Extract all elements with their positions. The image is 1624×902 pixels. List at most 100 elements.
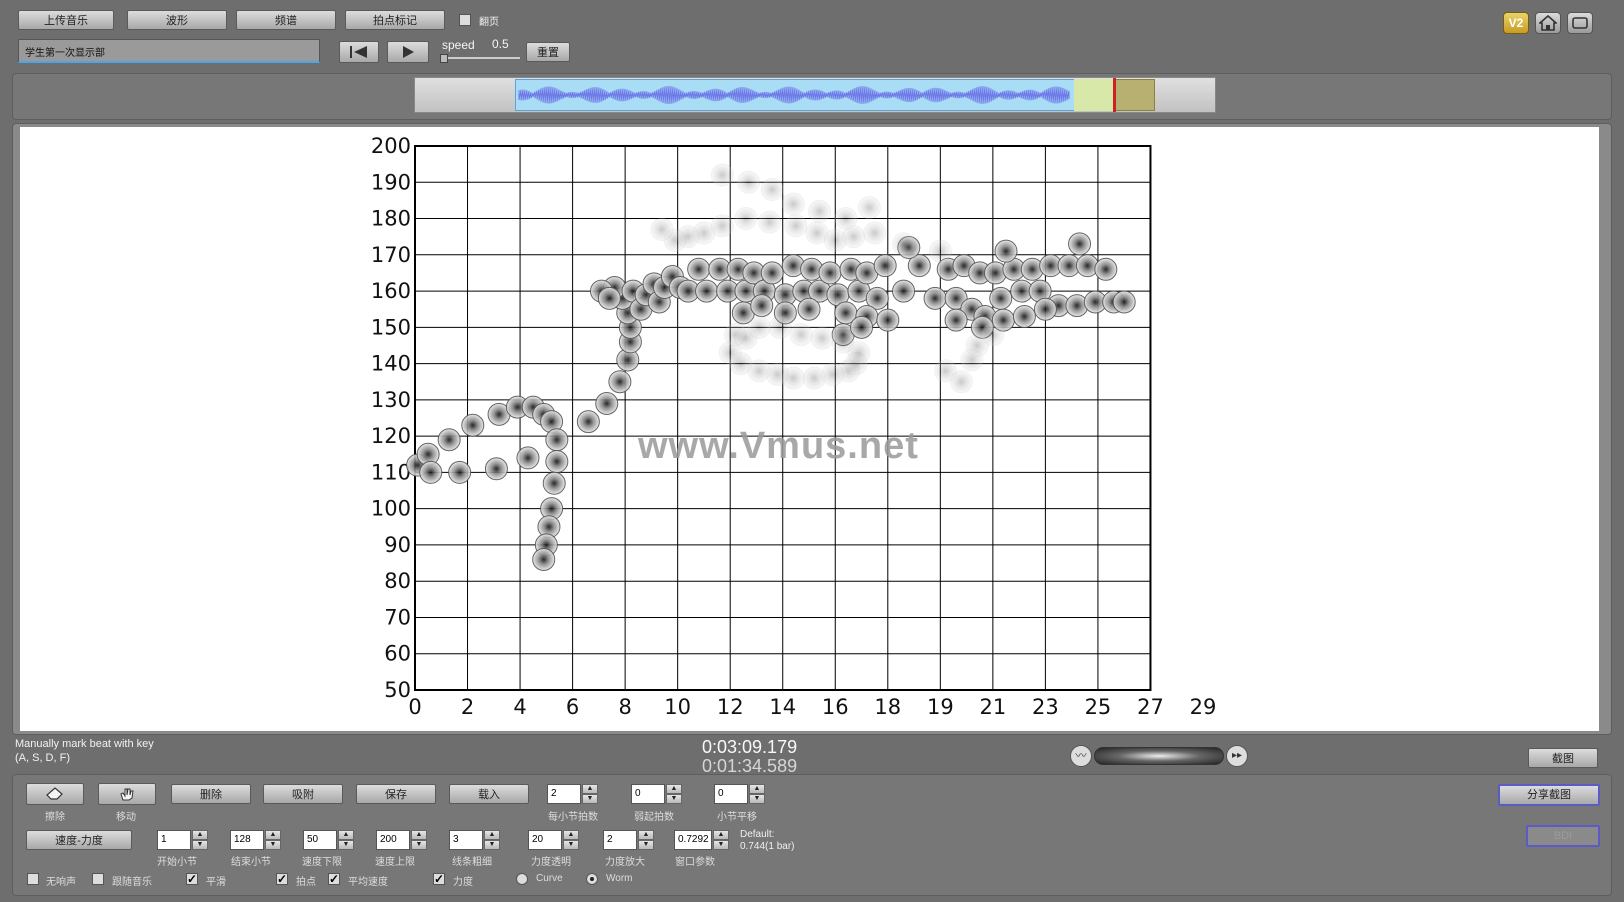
stepper-down-arrow[interactable]: ▼ <box>563 840 579 850</box>
waveform-button[interactable]: 波形 <box>127 10 227 30</box>
stepper-up-arrow[interactable]: ▲ <box>582 784 598 794</box>
speed-slider[interactable] <box>440 54 520 64</box>
y-tick-label: 130 <box>371 388 411 412</box>
v2-badge[interactable]: V2 <box>1503 12 1529 34</box>
stepper-up-arrow[interactable]: ▲ <box>713 830 729 840</box>
stepper-value[interactable]: 0.7292 <box>674 830 712 850</box>
stepper-up-arrow[interactable]: ▲ <box>411 830 427 840</box>
stepper-value[interactable]: 20 <box>528 830 562 850</box>
end-bar-stepper[interactable]: 128 ▲ ▼ <box>230 830 282 850</box>
curve-radio[interactable] <box>516 873 528 885</box>
stepper-value[interactable]: 128 <box>230 830 264 850</box>
volume-slider-track[interactable] <box>1094 747 1224 765</box>
stepper-value[interactable]: 3 <box>449 830 483 850</box>
stepper-value[interactable]: 1 <box>157 830 191 850</box>
fullscreen-button[interactable] <box>1567 12 1593 34</box>
flip-page-checkbox[interactable] <box>459 14 471 26</box>
stepper-up-arrow[interactable]: ▲ <box>484 830 500 840</box>
tempo-max-stepper[interactable]: 200 ▲ ▼ <box>376 830 428 850</box>
home-button[interactable] <box>1535 12 1561 34</box>
snap-button[interactable]: 吸附 <box>263 784 343 804</box>
waveform-track[interactable] <box>414 77 1216 113</box>
pickup-beats-stepper[interactable]: 0 ▲ ▼ <box>631 784 683 804</box>
disabled-button[interactable]: BDI <box>1526 825 1600 847</box>
stepper-down-arrow[interactable]: ▼ <box>411 840 427 850</box>
play-button[interactable] <box>387 41 429 63</box>
spectrum-button[interactable]: 频谱 <box>236 10 336 30</box>
waveform-playhead[interactable] <box>1113 78 1116 112</box>
y-tick-label: 140 <box>371 352 411 376</box>
volume-control[interactable]: 〰 ▸▸ <box>1070 744 1248 768</box>
share-screenshot-button[interactable]: 分享截图 <box>1498 784 1600 806</box>
beats-per-bar-stepper[interactable]: 2 ▲ ▼ <box>547 784 599 804</box>
smooth-checkbox[interactable]: ✓ <box>186 873 198 885</box>
line-width-label: 线条粗细 <box>452 857 492 868</box>
beats-checkbox[interactable]: ✓ <box>276 873 288 885</box>
rewind-button[interactable] <box>339 41 379 63</box>
stepper-down-arrow[interactable]: ▼ <box>484 840 500 850</box>
stepper-down-arrow[interactable]: ▼ <box>638 840 654 850</box>
stepper-value[interactable]: 200 <box>376 830 410 850</box>
faded-worm-point <box>781 192 805 216</box>
worm-point <box>532 547 556 571</box>
stepper-value[interactable]: 2 <box>547 784 581 804</box>
stepper-down-arrow[interactable]: ▼ <box>713 840 729 850</box>
stepper-value[interactable]: 2 <box>603 830 637 850</box>
stepper-down-arrow[interactable]: ▼ <box>582 794 598 804</box>
speed-slider-thumb[interactable] <box>440 54 448 63</box>
stepper-down-arrow[interactable]: ▼ <box>192 840 208 850</box>
dynamics-checkbox[interactable]: ✓ <box>433 873 445 885</box>
chart-canvas[interactable]: 0 2 4 6 8 10 12 14 16 18 19 21 23 25 27 29 50 60 70 80 90 100… <box>20 127 1599 731</box>
delete-button[interactable]: 删除 <box>171 784 251 804</box>
bar-shift-stepper[interactable]: 0 ▲ ▼ <box>714 784 766 804</box>
waveform-highlight-box[interactable] <box>1115 79 1155 111</box>
waveform-current-window <box>1074 79 1114 111</box>
stepper-down-arrow[interactable]: ▼ <box>749 794 765 804</box>
line-width-stepper[interactable]: 3 ▲ ▼ <box>449 830 501 850</box>
load-button[interactable]: 载入 <box>449 784 529 804</box>
default-line1: Default: <box>740 829 775 840</box>
stepper-up-arrow[interactable]: ▲ <box>192 830 208 840</box>
faded-worm-point <box>734 207 758 231</box>
stepper-up-arrow[interactable]: ▲ <box>338 830 354 840</box>
stepper-value[interactable]: 0 <box>631 784 665 804</box>
tempo-dynamics-button[interactable]: 速度-力度 <box>26 830 132 850</box>
dynamics-opacity-stepper[interactable]: 20 ▲ ▼ <box>528 830 580 850</box>
reset-button[interactable]: 重置 <box>526 42 570 62</box>
mute-checkbox[interactable] <box>27 873 39 885</box>
stepper-up-arrow[interactable]: ▲ <box>666 784 682 794</box>
stepper-up-arrow[interactable]: ▲ <box>749 784 765 794</box>
faded-worm-point <box>768 315 792 339</box>
follow-music-checkbox[interactable] <box>92 873 104 885</box>
beat-mark-button[interactable]: 拍点标记 <box>345 10 445 30</box>
x-tick-label: 19 <box>927 695 954 719</box>
worm-radio[interactable] <box>586 873 598 885</box>
fast-forward-small-icon: ▸▸ <box>1226 745 1248 767</box>
tempo-min-stepper[interactable]: 50 ▲ ▼ <box>303 830 355 850</box>
stepper-up-arrow[interactable]: ▲ <box>265 830 281 840</box>
stepper-up-arrow[interactable]: ▲ <box>563 830 579 840</box>
faded-worm-point <box>758 210 782 234</box>
title-input[interactable]: 学生第一次显示部 <box>18 39 320 63</box>
stepper-down-arrow[interactable]: ▼ <box>338 840 354 850</box>
stepper-down-arrow[interactable]: ▼ <box>265 840 281 850</box>
start-bar-stepper[interactable]: 1 ▲ ▼ <box>157 830 209 850</box>
y-tick-label: 200 <box>371 134 411 158</box>
move-button[interactable] <box>98 783 156 805</box>
window-param-stepper[interactable]: 0.7292 ▲ ▼ <box>674 830 734 850</box>
stepper-down-arrow[interactable]: ▼ <box>666 794 682 804</box>
stepper-up-arrow[interactable]: ▲ <box>638 830 654 840</box>
screenshot-button[interactable]: 截图 <box>1528 748 1598 768</box>
dynamics-scale-stepper[interactable]: 2 ▲ ▼ <box>603 830 655 850</box>
beat-hint-line1: Manually mark beat with key <box>15 738 154 750</box>
save-button[interactable]: 保存 <box>356 784 436 804</box>
y-tick-label: 180 <box>371 207 411 231</box>
erase-button[interactable] <box>26 783 84 805</box>
stepper-value[interactable]: 50 <box>303 830 337 850</box>
worm-point <box>597 286 621 310</box>
average-tempo-checkbox[interactable]: ✓ <box>328 873 340 885</box>
upload-music-button[interactable]: 上传音乐 <box>18 10 114 30</box>
speed-slider-track <box>440 57 520 59</box>
play-icon <box>403 46 414 58</box>
stepper-value[interactable]: 0 <box>714 784 748 804</box>
